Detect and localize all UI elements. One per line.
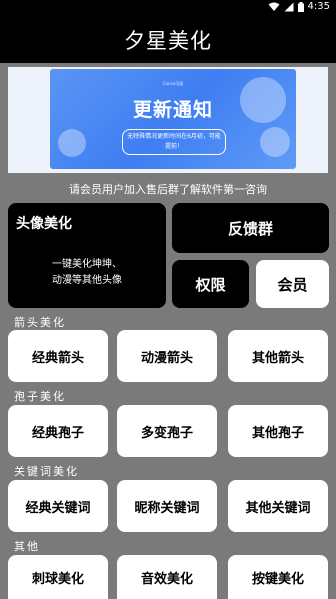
wifi-icon bbox=[268, 2, 280, 11]
app-title: 夕星美化 bbox=[124, 29, 212, 53]
classic-spore-button[interactable]: 经典孢子 bbox=[8, 405, 108, 457]
feedback-group-button[interactable]: 反馈群 bbox=[172, 203, 329, 253]
permission-button[interactable]: 权限 bbox=[172, 260, 249, 308]
classic-arrow-button[interactable]: 经典箭头 bbox=[8, 330, 108, 382]
spike-ball-button[interactable]: 刺球美化 bbox=[8, 555, 108, 599]
varied-spore-button[interactable]: 多变孢子 bbox=[117, 405, 217, 457]
banner-note: 无特殊情况更新时间在6月初，可能提前！ bbox=[122, 129, 226, 155]
other-keyword-button[interactable]: 其他关键词 bbox=[228, 480, 328, 532]
signal-icon bbox=[284, 2, 294, 11]
update-banner[interactable]: Canva可画 更新通知 无特殊情况更新时间在6月初，可能提前！ bbox=[8, 67, 328, 173]
section-title-keyword: 关键词美化 bbox=[14, 465, 79, 478]
banner-poster: Canva可画 更新通知 无特殊情况更新时间在6月初，可能提前！ bbox=[50, 69, 296, 169]
avatar-card-title: 头像美化 bbox=[16, 216, 72, 232]
status-bar: 4:35 bbox=[0, 0, 336, 17]
other-arrow-button[interactable]: 其他箭头 bbox=[228, 330, 328, 382]
section-title-spore: 孢子美化 bbox=[14, 390, 66, 403]
member-button[interactable]: 会员 bbox=[256, 260, 329, 308]
nickname-keyword-button[interactable]: 昵称关键词 bbox=[117, 480, 217, 532]
banner-caption: Canva可画 bbox=[162, 81, 184, 86]
status-time: 4:35 bbox=[307, 1, 330, 12]
battery-icon bbox=[297, 1, 304, 12]
avatar-card-description: 一键美化坤坤、 动漫等其他头像 bbox=[8, 257, 166, 289]
banner-bubble-decoration bbox=[58, 129, 86, 157]
app-bar: 夕星美化 bbox=[0, 17, 336, 63]
banner-bubble-decoration bbox=[260, 127, 290, 157]
section-title-other: 其他 bbox=[14, 540, 40, 553]
sound-effect-button[interactable]: 音效美化 bbox=[117, 555, 217, 599]
avatar-beautify-card[interactable]: 头像美化 一键美化坤坤、 动漫等其他头像 bbox=[8, 203, 166, 308]
anime-arrow-button[interactable]: 动漫箭头 bbox=[117, 330, 217, 382]
other-spore-button[interactable]: 其他孢子 bbox=[228, 405, 328, 457]
avatar-card-desc-line1: 一键美化坤坤、 bbox=[52, 259, 122, 270]
section-title-arrow: 箭头美化 bbox=[14, 316, 66, 329]
member-notice: 请会员用户加入售后群了解软件第一咨询 bbox=[69, 183, 267, 196]
avatar-card-desc-line2: 动漫等其他头像 bbox=[52, 275, 122, 286]
banner-headline: 更新通知 bbox=[132, 99, 213, 121]
key-beautify-button[interactable]: 按键美化 bbox=[228, 555, 328, 599]
classic-keyword-button[interactable]: 经典关键词 bbox=[8, 480, 108, 532]
